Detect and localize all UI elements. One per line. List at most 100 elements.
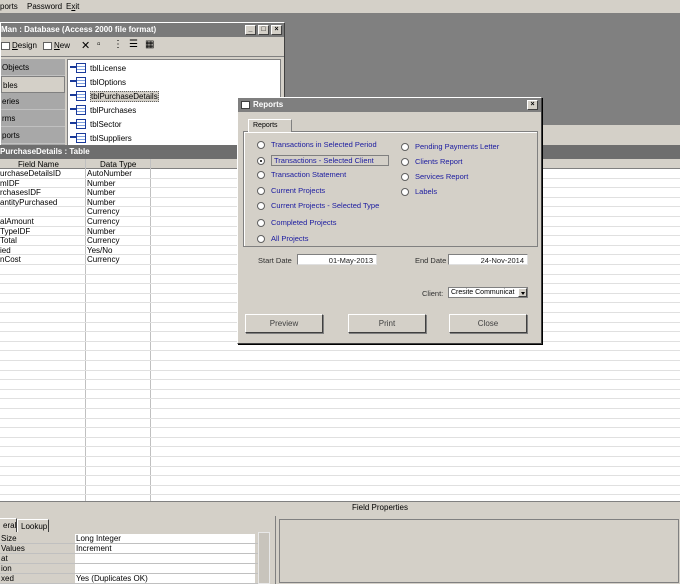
radio-button[interactable] bbox=[401, 142, 409, 151]
properties-scrollbar[interactable] bbox=[258, 532, 270, 584]
empty-row[interactable] bbox=[0, 380, 680, 390]
tab-reports[interactable]: Reports bbox=[248, 119, 292, 132]
table-item[interactable]: tblLicense bbox=[70, 62, 126, 74]
property-value[interactable]: Long Integer bbox=[75, 534, 255, 543]
field-name-cell[interactable]: rchasesIDF bbox=[0, 188, 41, 197]
radio-button[interactable] bbox=[257, 201, 265, 210]
property-name: Values bbox=[1, 544, 25, 553]
empty-row[interactable] bbox=[0, 447, 680, 457]
database-window-titlebar[interactable]: Man : Database (Access 2000 file format)… bbox=[1, 23, 284, 37]
start-date-field[interactable]: 01-May-2013 bbox=[297, 254, 377, 265]
option-current-projects[interactable]: Current Projects bbox=[257, 186, 325, 195]
empty-row[interactable] bbox=[0, 371, 680, 381]
data-type-cell[interactable]: Currency bbox=[87, 255, 119, 264]
empty-row[interactable] bbox=[0, 409, 680, 419]
table-item[interactable]: tblPurchases bbox=[70, 104, 136, 116]
radio-button-selected[interactable] bbox=[257, 156, 265, 165]
option-clients-report[interactable]: Clients Report bbox=[401, 157, 463, 166]
radio-button[interactable] bbox=[401, 187, 409, 196]
field-name-cell[interactable]: urchaseDetailsID bbox=[0, 169, 61, 178]
chevron-down-icon[interactable] bbox=[518, 288, 527, 297]
field-name-cell[interactable]: Total bbox=[0, 236, 17, 245]
empty-row[interactable] bbox=[0, 351, 680, 361]
design-button[interactable]: Design bbox=[1, 41, 37, 50]
empty-row[interactable] bbox=[0, 399, 680, 409]
tab-general[interactable]: eral bbox=[0, 518, 17, 532]
field-name-cell[interactable]: TypeIDF bbox=[0, 227, 30, 236]
maximize-button[interactable]: □ bbox=[258, 25, 269, 35]
close-dialog-button[interactable]: Close bbox=[449, 314, 527, 333]
radio-button[interactable] bbox=[401, 172, 409, 181]
reports-dialog: Reports × Reports Transactions in Select… bbox=[237, 97, 542, 344]
large-icons-icon[interactable]: ▫ bbox=[97, 39, 101, 50]
menu-password[interactable]: Password bbox=[27, 2, 62, 11]
option-pending-payments[interactable]: Pending Payments Letter bbox=[401, 142, 499, 151]
option-completed-projects[interactable]: Completed Projects bbox=[257, 218, 336, 227]
delete-icon[interactable]: ✕ bbox=[81, 39, 90, 52]
reports-dialog-titlebar[interactable]: Reports × bbox=[238, 98, 541, 112]
tab-lookup[interactable]: Lookup bbox=[17, 519, 49, 532]
property-value[interactable]: Yes (Duplicates OK) bbox=[75, 574, 255, 583]
close-button[interactable]: × bbox=[271, 25, 282, 35]
data-type-cell[interactable]: Number bbox=[87, 198, 115, 207]
empty-row[interactable] bbox=[0, 457, 680, 467]
data-type-cell[interactable]: Number bbox=[87, 188, 115, 197]
field-name-cell[interactable]: nCost bbox=[0, 255, 21, 264]
empty-row[interactable] bbox=[0, 361, 680, 371]
end-date-field[interactable]: 24-Nov-2014 bbox=[448, 254, 528, 265]
preview-button[interactable]: Preview bbox=[245, 314, 323, 333]
radio-button[interactable] bbox=[257, 234, 265, 243]
data-type-cell[interactable]: Number bbox=[87, 179, 115, 188]
option-labels[interactable]: Labels bbox=[401, 187, 437, 196]
empty-row[interactable] bbox=[0, 419, 680, 429]
field-name-cell[interactable]: alAmount bbox=[0, 217, 34, 226]
option-current-projects-type[interactable]: Current Projects - Selected Type bbox=[257, 201, 379, 210]
radio-button[interactable] bbox=[257, 186, 265, 195]
option-transaction-statement[interactable]: Transaction Statement bbox=[257, 170, 346, 179]
object-group-forms[interactable]: rms bbox=[1, 110, 65, 127]
radio-button[interactable] bbox=[257, 140, 265, 149]
table-item[interactable]: tblSector bbox=[70, 118, 122, 130]
table-item[interactable]: tblSuppliers bbox=[70, 132, 132, 144]
minimize-button[interactable]: _ bbox=[245, 25, 256, 35]
print-button[interactable]: Print bbox=[348, 314, 426, 333]
radio-button[interactable] bbox=[257, 170, 265, 179]
object-group-tables[interactable]: bles bbox=[1, 76, 65, 93]
empty-row[interactable] bbox=[0, 438, 680, 448]
empty-row[interactable] bbox=[0, 467, 680, 477]
list-view-icon[interactable]: ☰ bbox=[129, 39, 138, 50]
empty-row[interactable] bbox=[0, 428, 680, 438]
empty-row[interactable] bbox=[0, 390, 680, 400]
option-transactions-period[interactable]: Transactions in Selected Period bbox=[257, 140, 377, 149]
details-view-icon[interactable]: ▦ bbox=[145, 39, 154, 50]
empty-row[interactable] bbox=[0, 486, 680, 496]
data-type-cell[interactable]: AutoNumber bbox=[87, 169, 132, 178]
client-combobox[interactable]: Cresite Communicat bbox=[448, 287, 528, 298]
table-item-selected[interactable]: tblPurchaseDetails bbox=[70, 90, 159, 102]
data-type-cell[interactable]: Number bbox=[87, 227, 115, 236]
data-type-cell[interactable]: Currency bbox=[87, 236, 119, 245]
data-type-cell[interactable]: Currency bbox=[87, 217, 119, 226]
empty-row[interactable] bbox=[0, 476, 680, 486]
small-icons-icon[interactable]: ⋮ bbox=[113, 39, 123, 50]
menu-reports[interactable]: ports bbox=[0, 2, 18, 11]
field-name-cell[interactable]: mIDF bbox=[0, 179, 20, 188]
property-value[interactable] bbox=[75, 564, 255, 573]
field-name-cell[interactable]: ied bbox=[0, 246, 11, 255]
option-transactions-client[interactable]: Transactions - Selected Client bbox=[257, 155, 389, 166]
dialog-close-button[interactable]: × bbox=[527, 100, 538, 110]
data-type-cell[interactable]: Currency bbox=[87, 207, 119, 216]
radio-button[interactable] bbox=[257, 218, 265, 227]
object-group-queries[interactable]: eries bbox=[1, 93, 65, 110]
data-type-cell[interactable]: Yes/No bbox=[87, 246, 113, 255]
option-services-report[interactable]: Services Report bbox=[401, 172, 468, 181]
object-group-reports[interactable]: ports bbox=[1, 127, 65, 144]
menu-exit[interactable]: Exit bbox=[66, 2, 79, 11]
new-button[interactable]: New bbox=[43, 41, 70, 50]
table-item[interactable]: tblOptions bbox=[70, 76, 126, 88]
field-name-cell[interactable]: antityPurchased bbox=[0, 198, 57, 207]
property-value[interactable] bbox=[75, 554, 255, 563]
option-all-projects[interactable]: All Projects bbox=[257, 234, 309, 243]
property-value[interactable]: Increment bbox=[75, 544, 255, 553]
radio-button[interactable] bbox=[401, 157, 409, 166]
